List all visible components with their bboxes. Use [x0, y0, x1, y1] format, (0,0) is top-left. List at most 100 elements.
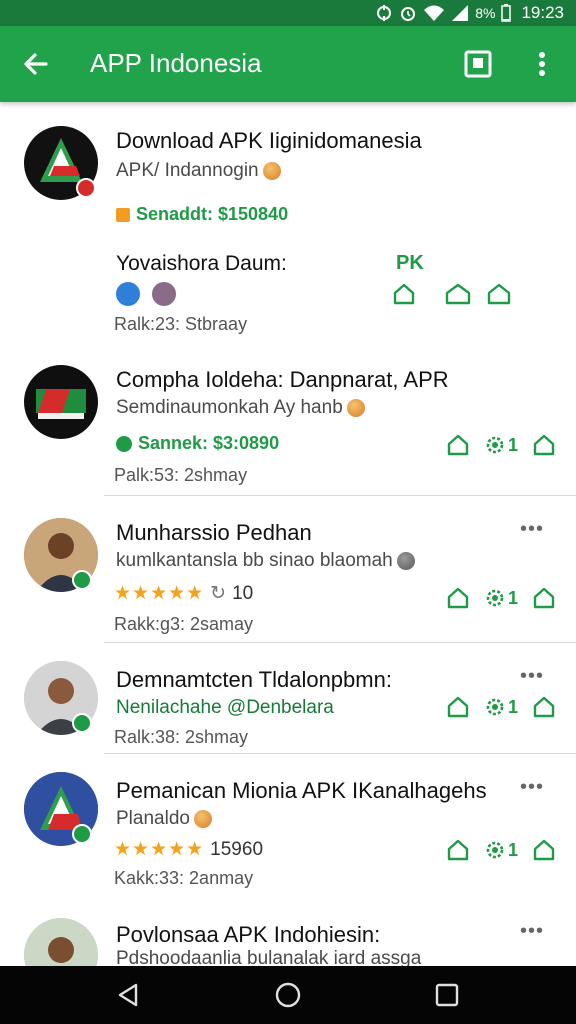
home-outline-icon[interactable]	[446, 695, 470, 719]
tag-icon	[116, 207, 130, 222]
home-outline-icon[interactable]	[446, 433, 470, 457]
square-recents-icon[interactable]	[432, 980, 462, 1010]
item-meta: Kakk:33: 2anmay	[114, 868, 254, 888]
gear-icon	[486, 698, 504, 716]
signal-icon	[452, 5, 469, 21]
item-price-text: Sannek: $3:0890	[138, 433, 280, 453]
item-rating: ★★★★★ ↻ 10	[114, 582, 253, 605]
item-price: Senaddt: $150840	[116, 204, 288, 225]
item-meta: Palk:53: 2shmay	[114, 465, 248, 485]
gear-icon	[486, 841, 504, 859]
more-options-icon[interactable]: •••	[520, 776, 544, 799]
triangle-back-icon[interactable]	[114, 980, 144, 1010]
item-subtitle-text: Semdinaumonkah Ay hanb	[116, 397, 343, 418]
item-actions: 1	[446, 838, 556, 862]
home-outline-icon[interactable]	[486, 282, 512, 306]
home-outline-icon[interactable]	[532, 586, 556, 610]
verified-badge	[72, 570, 92, 590]
more-options-icon[interactable]: •••	[520, 665, 544, 688]
list-item[interactable]: Munharssio Pedhan kumlkantansla bb sinao…	[0, 496, 576, 642]
sync-icon	[377, 5, 392, 21]
list-item[interactable]: Download APK Iiginidomanesia APK/ Indann…	[0, 102, 576, 347]
item-price: Sannek: $3:0890	[116, 433, 279, 454]
list-item[interactable]: Pemanican Mionia APK IKanalhagehs Planal…	[0, 754, 576, 900]
app-list: Download APK Iiginidomanesia APK/ Indann…	[0, 102, 576, 966]
user-avatar-small	[152, 282, 176, 306]
status-time: 19:23	[521, 3, 564, 22]
gear-icon	[486, 436, 504, 454]
home-outline-icon[interactable]	[532, 433, 556, 457]
circle-home-icon[interactable]	[273, 980, 303, 1010]
settings-action[interactable]: 1	[484, 839, 518, 861]
item-title: Compha Ioldeha: Danpnarat, APR	[116, 367, 449, 392]
globe-icon	[396, 551, 415, 570]
item-subtitle-text: APK/ Indannogin	[116, 160, 259, 181]
settings-action[interactable]: 1	[484, 434, 518, 456]
item-subtitle: Nenilachahe @Denbelara	[116, 697, 334, 718]
status-bar: 8% 19:23	[0, 0, 576, 26]
alarm-icon	[401, 7, 416, 21]
home-outline-icon[interactable]	[392, 282, 416, 306]
list-item[interactable]: Povlonsaa APK Indohiesin: Pdshoodaanlia …	[0, 900, 576, 966]
more-options-icon[interactable]: •••	[520, 518, 544, 541]
item-subtitle-text: kumlkantansla bb sinao blaomah	[116, 550, 393, 571]
refresh-icon: ↻	[210, 583, 227, 604]
item-subtitle: Semdinaumonkah Ay hanb	[116, 397, 365, 419]
item-price-text: Senaddt: $150840	[136, 204, 289, 224]
item-row-label: Yovaishora Daum:	[116, 252, 287, 275]
rating-stars: ★★★★★	[114, 839, 205, 860]
gear-icon	[486, 589, 504, 607]
settings-action[interactable]: 1	[484, 587, 518, 609]
list-item[interactable]: Demnamtcten Tldalonpbmn: Nenilachahe @De…	[0, 643, 576, 753]
item-row-tag: PK	[396, 252, 424, 274]
status-icons: 8% 19:23	[375, 3, 564, 23]
globe-icon	[193, 809, 212, 828]
list-item[interactable]: Compha Ioldeha: Danpnarat, APR Semdinaum…	[0, 347, 576, 495]
item-subtitle: APK/ Indannogin	[116, 160, 281, 182]
item-title: Demnamtcten Tldalonpbmn:	[116, 667, 392, 692]
rating-stars: ★★★★★	[114, 583, 205, 604]
item-meta: Ralk:23: Stbraay	[114, 314, 248, 334]
home-outline-icon[interactable]	[446, 838, 470, 862]
more-options-icon[interactable]: •••	[520, 920, 544, 943]
battery-icon	[501, 4, 512, 22]
action-count: 1	[508, 434, 519, 455]
item-subtitle: Planaldo	[116, 808, 212, 830]
globe-icon	[262, 161, 281, 180]
item-rating: ★★★★★ 15960	[114, 838, 263, 861]
home-outline-icon[interactable]	[532, 695, 556, 719]
item-title: Munharssio Pedhan	[116, 520, 312, 545]
item-subtitle: Pdshoodaanlia bulanalak iard assga	[116, 948, 422, 966]
action-count: 1	[508, 696, 519, 717]
home-outline-icon[interactable]	[532, 838, 556, 862]
item-meta: Rakk:g3: 2samay	[114, 614, 254, 634]
app-badge	[76, 178, 96, 198]
rating-value: 10	[232, 582, 254, 604]
verified-badge	[72, 713, 92, 733]
rating-value: 15960	[210, 838, 264, 860]
home-outline-icon[interactable]	[444, 282, 472, 306]
item-actions: 1	[446, 586, 556, 610]
item-actions: 1	[446, 433, 556, 457]
app-bar: APP Indonesia	[0, 26, 576, 102]
verified-badge	[72, 824, 92, 844]
globe-icon	[346, 398, 365, 417]
verified-icon	[116, 282, 140, 306]
item-title: Download APK Iiginidomanesia	[116, 128, 422, 153]
home-outline-icon[interactable]	[446, 586, 470, 610]
item-actions	[392, 282, 512, 306]
app-logo-avatar	[24, 365, 98, 439]
bookmark-icon[interactable]	[462, 48, 494, 80]
item-meta: Ralk:38: 2shmay	[114, 727, 249, 747]
action-count: 1	[508, 587, 519, 608]
settings-action[interactable]: 1	[484, 696, 518, 718]
item-actions: 1	[446, 695, 556, 719]
action-count: 1	[508, 839, 519, 860]
more-vert-icon[interactable]	[530, 48, 554, 80]
system-nav-bar	[0, 966, 576, 1024]
battery-percentage: 8%	[475, 5, 496, 21]
avatar	[24, 918, 98, 966]
arrow-left-icon[interactable]	[18, 46, 54, 82]
coin-icon	[116, 435, 132, 452]
page-title: APP Indonesia	[90, 48, 262, 78]
